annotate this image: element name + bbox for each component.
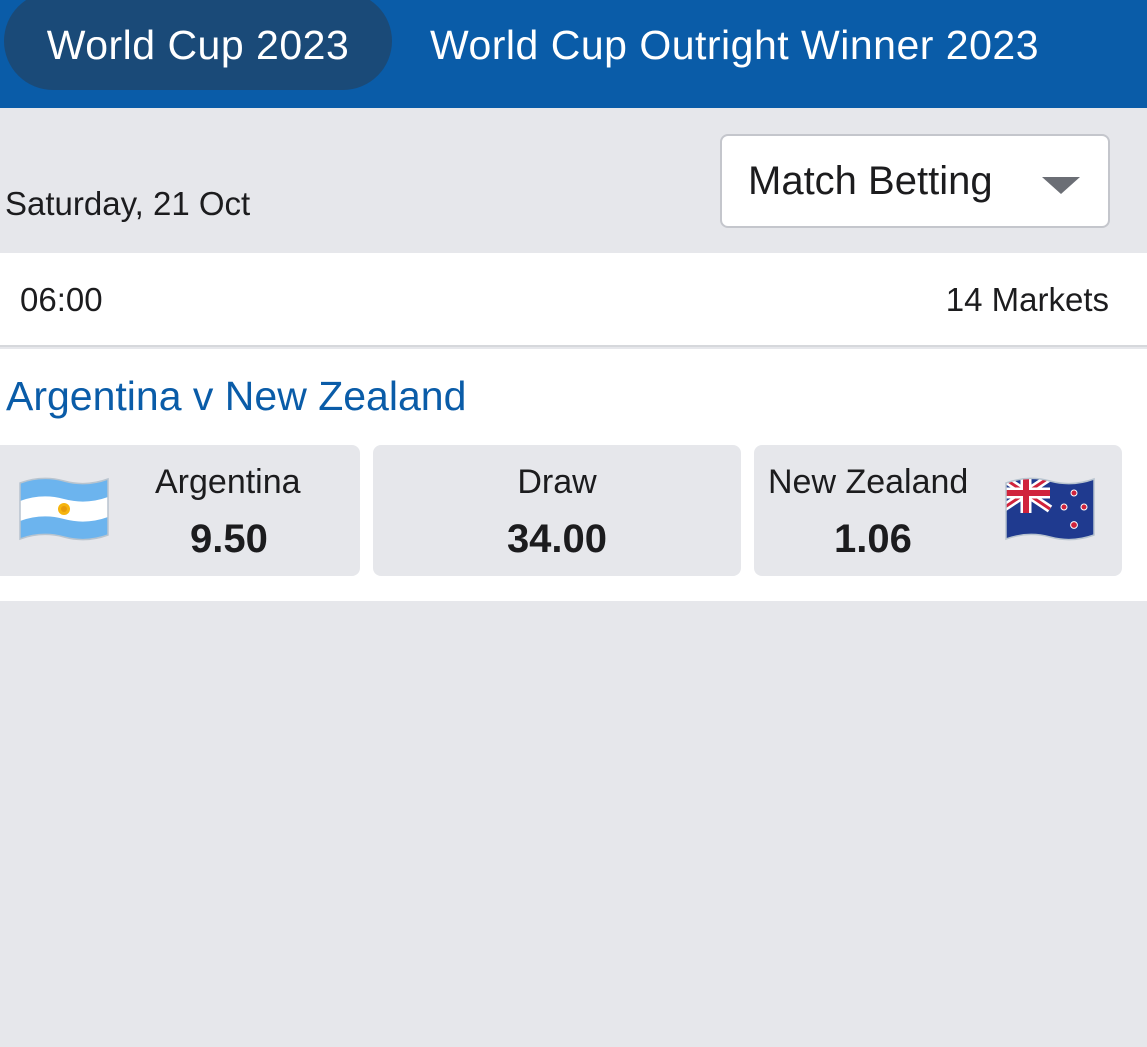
selection-name: New Zealand	[768, 463, 969, 501]
event-time: 06:00	[20, 281, 103, 318]
match-card: Argentina v New Zealand Argentina 9.50 D…	[0, 349, 1147, 601]
odds-button-home[interactable]: Argentina 9.50	[0, 445, 360, 576]
tab-label: World Cup Outright Winner 2023	[430, 21, 1040, 68]
new-zealand-flag-icon	[1005, 477, 1095, 541]
odds-button-draw[interactable]: Draw 34.00	[373, 445, 741, 576]
chevron-down-icon	[1042, 177, 1080, 194]
selection-price: 34.00	[506, 517, 608, 561]
tab-label: World Cup 2023	[46, 21, 350, 68]
date-heading: Saturday, 21 Oct	[5, 185, 251, 222]
market-type-dropdown[interactable]: Match Betting	[720, 134, 1110, 228]
event-header-row: 06:00 14 Markets	[0, 253, 1147, 347]
selection-name: Argentina	[155, 463, 301, 501]
dropdown-selected-value: Match Betting	[748, 158, 993, 203]
tab-world-cup-2023[interactable]: World Cup 2023	[4, 0, 392, 90]
tab-world-cup-outright-winner-2023[interactable]: World Cup Outright Winner 2023	[430, 0, 1130, 90]
markets-count-link[interactable]: 14 Markets	[946, 281, 1109, 319]
selection-price: 1.06	[834, 517, 912, 561]
selection-price: 9.50	[190, 517, 268, 561]
selection-name: Draw	[517, 463, 597, 501]
argentina-flag-icon	[19, 477, 109, 541]
match-title-link[interactable]: Argentina v New Zealand	[6, 373, 466, 420]
competition-tab-bar: World Cup 2023 World Cup Outright Winner…	[0, 0, 1147, 108]
odds-button-away[interactable]: New Zealand 1.06	[754, 445, 1122, 576]
